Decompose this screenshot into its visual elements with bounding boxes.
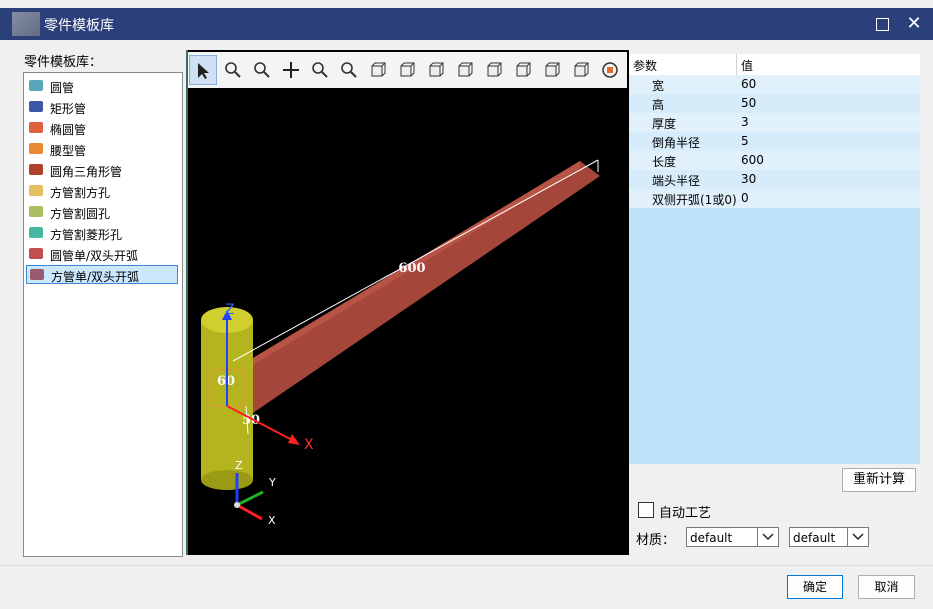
param-row[interactable]: 厚度 3	[629, 113, 920, 132]
ok-button[interactable]: 确定	[787, 575, 843, 599]
param-value[interactable]: 3	[741, 115, 749, 129]
view-toolbar	[188, 52, 627, 88]
tube-icon	[29, 206, 43, 217]
mini-axis-y-line	[236, 490, 264, 507]
grid-header: 参数 值	[629, 54, 920, 75]
material-label: 材质：	[636, 533, 676, 548]
cancel-button[interactable]: 取消	[858, 575, 915, 599]
material-select-1[interactable]: default	[686, 527, 779, 547]
tube-icon	[29, 143, 43, 154]
tube-icon	[29, 227, 43, 238]
view-cube-top-icon[interactable]	[480, 55, 508, 85]
dialog-window: 零件模板库 ✕ 零件模板库： 圆管 矩形管 椭圆管 腰型管 圆角三角形管 方管割…	[0, 0, 933, 609]
close-button[interactable]: ✕	[900, 10, 928, 38]
axis-x-label: X	[304, 437, 314, 453]
list-item[interactable]: 圆管单/双头开弧	[26, 245, 178, 264]
tube-icon	[29, 164, 43, 175]
grid-header-key: 参数	[633, 59, 658, 73]
param-key: 高	[652, 98, 665, 112]
tube-icon	[29, 101, 43, 112]
cylinder-bottom	[201, 470, 253, 490]
mini-axis-x-label: X	[268, 514, 276, 527]
param-key: 长度	[652, 155, 677, 169]
zoom-icon[interactable]	[248, 55, 276, 85]
param-key: 倒角半径	[652, 136, 701, 150]
tube-side-face	[228, 161, 600, 415]
view-cube-front-icon[interactable]	[364, 55, 392, 85]
mini-axis-z-label: Z	[235, 459, 243, 472]
auto-process-label: 自动工艺	[659, 506, 712, 521]
mini-axis-origin	[234, 502, 240, 508]
view-3d-icon[interactable]	[596, 55, 624, 85]
maximize-button[interactable]	[868, 10, 896, 38]
mini-axis-y-label: Y	[268, 476, 276, 489]
grid-header-separator	[736, 54, 737, 75]
params-grid[interactable]: 参数 值 宽 60 高 50 厚度 3 倒角半径 5 长度 600 端头半径 30 双侧开弧…	[629, 54, 920, 464]
chevron-down-icon[interactable]	[847, 528, 868, 546]
param-row[interactable]: 高 50	[629, 94, 920, 113]
param-key: 宽	[652, 79, 665, 93]
zoom-fit-icon[interactable]	[335, 55, 363, 85]
param-value[interactable]: 50	[741, 96, 756, 110]
dimension-length-label: 600	[398, 261, 425, 276]
param-row[interactable]: 倒角半径 5	[629, 132, 920, 151]
material-select-2-value: default	[793, 531, 836, 545]
title-bar: 零件模板库 ✕	[0, 8, 933, 40]
auto-process-checkbox[interactable]	[638, 502, 654, 518]
list-item[interactable]: 圆角三角形管	[26, 161, 178, 180]
param-value[interactable]: 60	[741, 77, 756, 91]
3d-scene[interactable]: 600 60 50 Z X Z Y X	[188, 88, 627, 555]
list-item-selected[interactable]: 方管单/双头开弧	[26, 265, 178, 284]
zoom-window-icon[interactable]	[219, 55, 247, 85]
chevron-down-icon[interactable]	[757, 528, 778, 546]
param-value[interactable]: 5	[741, 134, 749, 148]
param-value[interactable]: 0	[741, 191, 749, 205]
template-list[interactable]: 圆管 矩形管 椭圆管 腰型管 圆角三角形管 方管割方孔 方管割圆孔 方管割菱形孔…	[23, 72, 183, 557]
axis-x-arrow	[288, 434, 300, 445]
tube-icon	[29, 185, 43, 196]
window-title: 零件模板库	[44, 18, 114, 34]
list-item[interactable]: 方管割方孔	[26, 182, 178, 201]
view-cube-left-icon[interactable]	[422, 55, 450, 85]
tube-icon	[29, 248, 43, 259]
view-iso-icon[interactable]	[538, 55, 566, 85]
material-select-1-value: default	[690, 531, 733, 545]
recalculate-button[interactable]: 重新计算	[842, 468, 916, 492]
maximize-icon	[876, 18, 889, 31]
grid-header-value: 值	[741, 59, 754, 73]
param-value[interactable]: 600	[741, 153, 764, 167]
material-select-2[interactable]: default	[789, 527, 869, 547]
param-key: 端头半径	[652, 174, 701, 188]
param-row[interactable]: 长度 600	[629, 151, 920, 170]
param-row[interactable]: 宽 60	[629, 75, 920, 94]
view-cube-back-icon[interactable]	[393, 55, 421, 85]
view-cube-right-icon[interactable]	[451, 55, 479, 85]
tube-icon	[29, 80, 43, 91]
tube-icon	[30, 269, 44, 280]
select-arrow-icon[interactable]	[189, 55, 217, 85]
list-item[interactable]: 矩形管	[26, 98, 178, 117]
axis-z-label: Z	[225, 302, 235, 318]
library-label: 零件模板库：	[24, 55, 103, 70]
param-value[interactable]: 30	[741, 172, 756, 186]
pan-icon[interactable]	[277, 55, 305, 85]
param-row[interactable]: 端头半径 30	[629, 170, 920, 189]
list-item[interactable]: 方管割菱形孔	[26, 224, 178, 243]
list-item[interactable]: 圆管	[26, 77, 178, 96]
mini-axis-x-line	[236, 503, 263, 521]
app-icon	[12, 12, 40, 36]
list-item[interactable]: 方管割圆孔	[26, 203, 178, 222]
view-iso2-icon[interactable]	[567, 55, 595, 85]
param-row[interactable]: 双侧开弧(1或0) 0	[629, 189, 920, 208]
param-key: 厚度	[652, 117, 677, 131]
param-key: 双侧开弧(1或0)	[652, 193, 737, 207]
rotate-icon[interactable]	[306, 55, 334, 85]
tube-icon	[29, 122, 43, 133]
list-item[interactable]: 腰型管	[26, 140, 178, 159]
list-item[interactable]: 椭圆管	[26, 119, 178, 138]
view-cube-bottom-icon[interactable]	[509, 55, 537, 85]
